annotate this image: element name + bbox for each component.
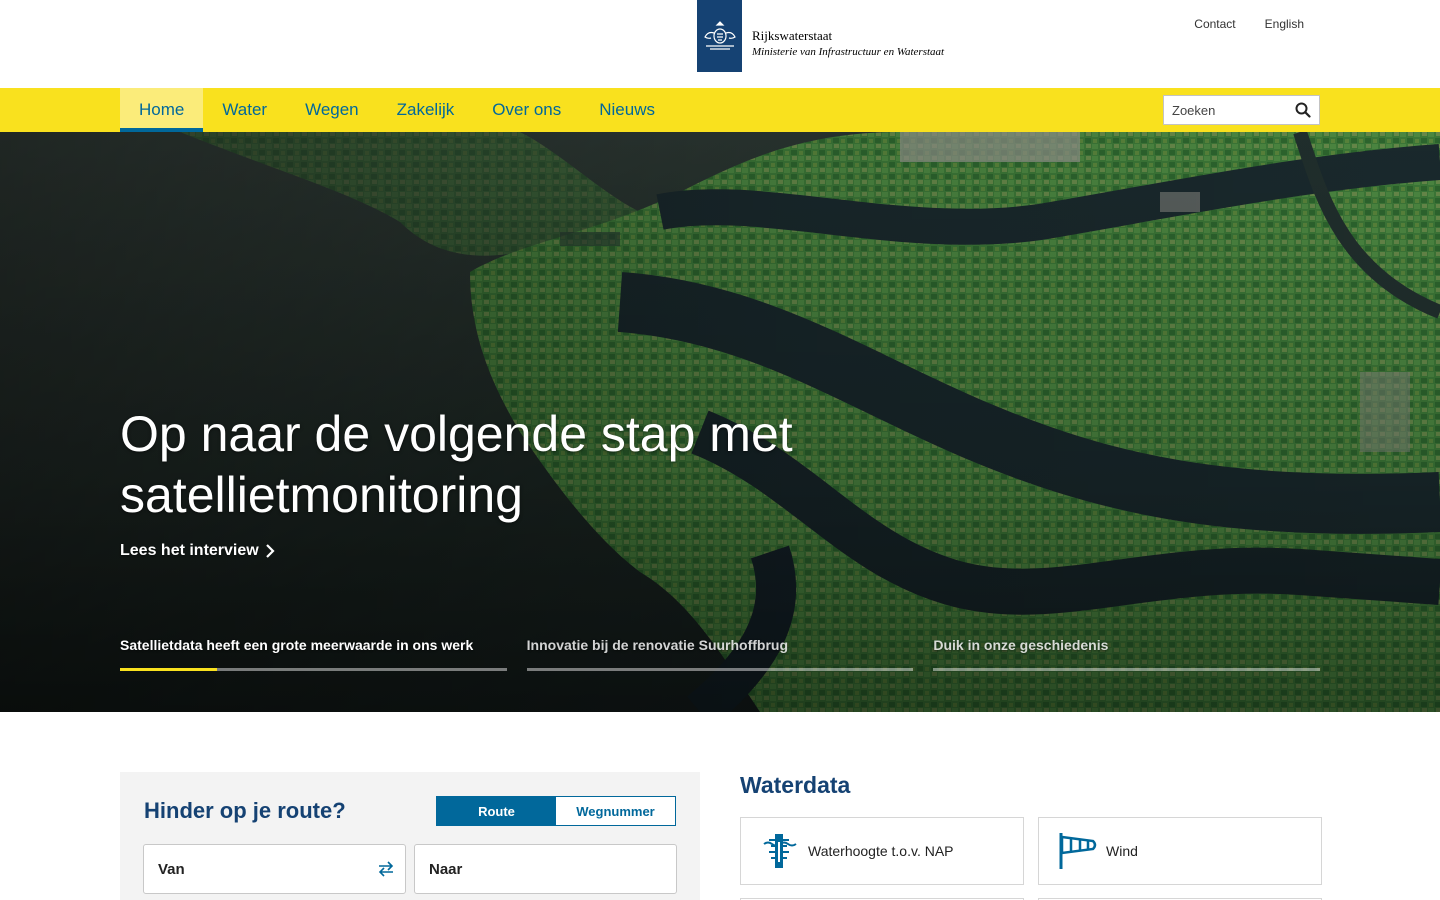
nav-item-zakelijk[interactable]: Zakelijk	[378, 88, 474, 132]
traffic-hindrance-panel: Hinder op je route? Route Wegnummer Van …	[120, 772, 700, 900]
water-gauge-icon	[755, 831, 805, 871]
hero-cta-link[interactable]: Lees het interview	[120, 542, 275, 560]
search-input[interactable]	[1164, 96, 1288, 124]
hero-cta-label: Lees het interview	[120, 542, 259, 559]
chevron-right-icon	[265, 544, 275, 558]
search-button[interactable]	[1288, 96, 1318, 124]
slide-tab[interactable]: Satellietdata heeft een grote meerwaarde…	[120, 637, 507, 673]
to-field-label: Naar	[429, 860, 463, 878]
search-icon	[1295, 102, 1311, 118]
nav-item-over-ons[interactable]: Over ons	[473, 88, 580, 132]
slide-track	[933, 668, 1321, 671]
toggle-wegnummer[interactable]: Wegnummer	[556, 797, 675, 825]
waterdata-card-wind[interactable]: Wind	[1038, 817, 1322, 885]
hinder-title: Hinder op je route?	[144, 798, 346, 823]
from-field-label: Van	[158, 860, 185, 878]
hero-banner: Op naar de volgende stap met satellietmo…	[0, 132, 1440, 712]
nav-item-wegen[interactable]: Wegen	[286, 88, 378, 132]
utility-links: Contact English	[1194, 17, 1304, 31]
hero-title: Op naar de volgende stap met satellietmo…	[120, 406, 793, 523]
rijkswaterstaat-logo[interactable]	[697, 0, 742, 72]
org-name: Rijkswaterstaat	[752, 28, 833, 43]
from-field[interactable]: Van	[143, 844, 406, 894]
ministry-name: Ministerie van Infrastructuur en Waterst…	[752, 46, 945, 58]
slide-tab-label: Innovatie bij de renovatie Suurhoffbrug	[526, 637, 789, 653]
waterdata-card-label: Waterhoogte t.o.v. NAP	[808, 843, 954, 859]
toggle-route[interactable]: Route	[437, 797, 556, 825]
logo-wordmark[interactable]: Rijkswaterstaat Ministerie van Infrastru…	[752, 28, 944, 59]
slide-tab-label: Duik in onze geschiedenis	[933, 637, 1109, 653]
windsock-icon	[1053, 831, 1103, 871]
swap-button[interactable]	[377, 860, 395, 882]
swap-arrows-icon	[378, 861, 394, 877]
to-field[interactable]: Naar	[414, 844, 677, 894]
english-link[interactable]: English	[1265, 17, 1304, 31]
slide-tab[interactable]: Innovatie bij de renovatie Suurhoffbrug	[526, 637, 914, 673]
waterdata-card-waterhoogte[interactable]: Waterhoogte t.o.v. NAP	[740, 817, 1024, 885]
nav-item-home[interactable]: Home	[120, 88, 204, 132]
slide-progress-bar	[120, 668, 217, 671]
nav-item-nieuws[interactable]: Nieuws	[580, 88, 674, 132]
search-mode-toggle: Route Wegnummer	[436, 796, 676, 826]
waterdata-title: Waterdata	[740, 772, 851, 798]
waterdata-card-label: Wind	[1106, 843, 1138, 859]
hero-slide-tabs: Satellietdata heeft een grote meerwaarde…	[120, 637, 1321, 673]
slide-tab-label: Satellietdata heeft een grote meerwaarde…	[120, 637, 474, 653]
main-nav: Home Water Wegen Zakelijk Over ons Nieuw…	[0, 88, 1440, 132]
nav-item-water[interactable]: Water	[203, 88, 286, 132]
search-box	[1163, 95, 1320, 125]
crest-icon	[703, 21, 736, 50]
slide-tab[interactable]: Duik in onze geschiedenis	[933, 637, 1321, 673]
contact-link[interactable]: Contact	[1194, 17, 1235, 31]
slide-track	[526, 668, 914, 671]
site-header: Rijkswaterstaat Ministerie van Infrastru…	[0, 0, 1440, 88]
